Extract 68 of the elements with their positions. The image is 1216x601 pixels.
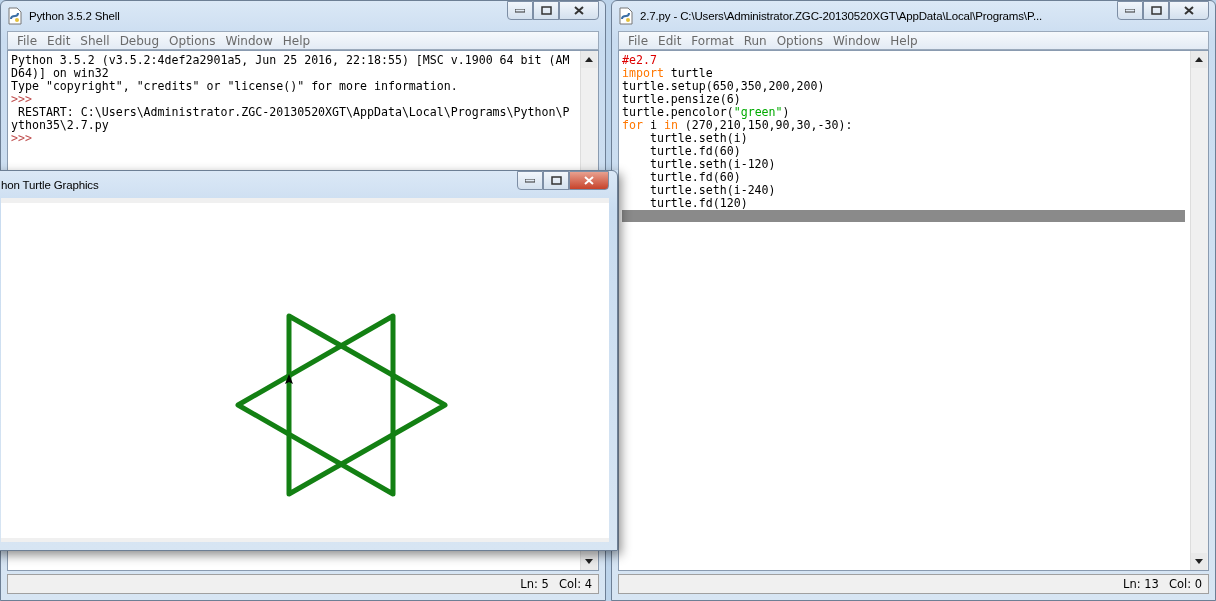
code-line: turtle.fd(120) xyxy=(648,197,749,210)
line-number: Ln: 5 xyxy=(520,577,549,591)
maximize-button[interactable] xyxy=(543,171,569,190)
code-line: import turtle xyxy=(622,67,714,80)
maximize-button[interactable] xyxy=(1143,1,1169,20)
column-number: Col: 4 xyxy=(558,577,592,591)
code-line: for i in (270,210,150,90,30,-30): xyxy=(622,119,854,132)
window-title: hon Turtle Graphics xyxy=(0,178,99,191)
code-line: turtle.fd(60) xyxy=(648,145,742,158)
code-line: turtle.setup(650,350,200,200) xyxy=(622,80,826,93)
menu-item[interactable]: Options xyxy=(164,33,221,48)
minimize-icon xyxy=(1125,8,1135,13)
menu-item[interactable]: Help xyxy=(885,33,923,48)
menu-item[interactable]: Window xyxy=(220,33,278,48)
scroll-down-icon xyxy=(585,559,593,564)
code-line: turtle.seth(i-240) xyxy=(648,184,777,197)
close-button[interactable] xyxy=(559,1,599,20)
maximize-icon xyxy=(1150,6,1162,15)
menu-item[interactable]: Run xyxy=(738,33,772,48)
window-title: 2.7.py - C:\Users\Administrator.ZGC-20130520XGT\AppData\Local\Programs\P... xyxy=(640,10,1043,22)
shell-prompt: >>> xyxy=(11,93,32,106)
close-icon xyxy=(1184,6,1194,15)
column-number: Col: 0 xyxy=(1168,577,1202,591)
window-title: Python 3.5.2 Shell xyxy=(29,10,120,22)
shell-output-line: Type "copyright", "credits" or "license()" for more information. xyxy=(11,80,459,93)
minimize-button[interactable] xyxy=(1117,1,1143,20)
close-icon xyxy=(584,176,594,185)
menu-item[interactable]: Help xyxy=(277,33,316,48)
code-line: turtle.fd(60) xyxy=(648,171,742,184)
minimize-button[interactable] xyxy=(517,171,543,190)
minimize-icon xyxy=(525,178,535,183)
maximize-icon xyxy=(550,176,562,185)
turtle-cursor-icon xyxy=(285,374,293,384)
shell-prompt: >>> xyxy=(11,132,32,145)
scroll-up-button[interactable] xyxy=(1191,51,1207,68)
scroll-up-icon xyxy=(1195,57,1203,62)
line-number: Ln: 13 xyxy=(1123,577,1159,591)
close-icon xyxy=(574,6,584,15)
code-line: turtle.pensize(6) xyxy=(622,93,741,106)
python-file-icon xyxy=(7,7,23,25)
menu-item[interactable]: Shell xyxy=(75,33,115,48)
maximize-icon xyxy=(540,6,552,15)
scroll-down-button[interactable] xyxy=(1191,553,1207,570)
shell-output-line: ython35\2.7.py xyxy=(11,119,109,132)
menu-item[interactable]: Edit xyxy=(42,33,76,48)
code-line: #e2.7 xyxy=(622,54,658,67)
scroll-up-icon xyxy=(585,57,593,62)
minimize-icon xyxy=(515,8,525,13)
menu-item[interactable]: Edit xyxy=(653,33,687,48)
shell-output-line: RESTART: C:\Users\Administrator.ZGC-20130520XGT\AppData\Local\Programs\Python\P xyxy=(16,106,571,119)
code-line: turtle.seth(i) xyxy=(648,132,749,145)
scroll-up-button[interactable] xyxy=(581,51,597,68)
menu-item[interactable]: Options xyxy=(771,33,828,48)
close-button[interactable] xyxy=(1169,1,1209,20)
menu-item[interactable]: Debug xyxy=(114,33,165,48)
menu-item[interactable]: File xyxy=(623,33,654,48)
menu-item[interactable]: Format xyxy=(686,33,739,48)
shell-output-line: D64)] on win32 xyxy=(11,67,110,80)
python-file-icon xyxy=(618,7,634,25)
maximize-button[interactable] xyxy=(533,1,559,20)
scroll-down-icon xyxy=(1195,559,1203,564)
scroll-down-button[interactable] xyxy=(581,553,597,570)
menu-item[interactable]: File xyxy=(12,33,43,48)
code-line: turtle.seth(i-120) xyxy=(648,158,777,171)
menu-item[interactable]: Window xyxy=(827,33,886,48)
minimize-button[interactable] xyxy=(507,1,533,20)
code-line: turtle.pencolor("green") xyxy=(622,106,791,119)
shell-output-line: Python 3.5.2 (v3.5.2:4def2a2901a5, Jun 25 2016, 22:18:55) [MSC v.1900 64 bit (AM xyxy=(11,54,571,67)
